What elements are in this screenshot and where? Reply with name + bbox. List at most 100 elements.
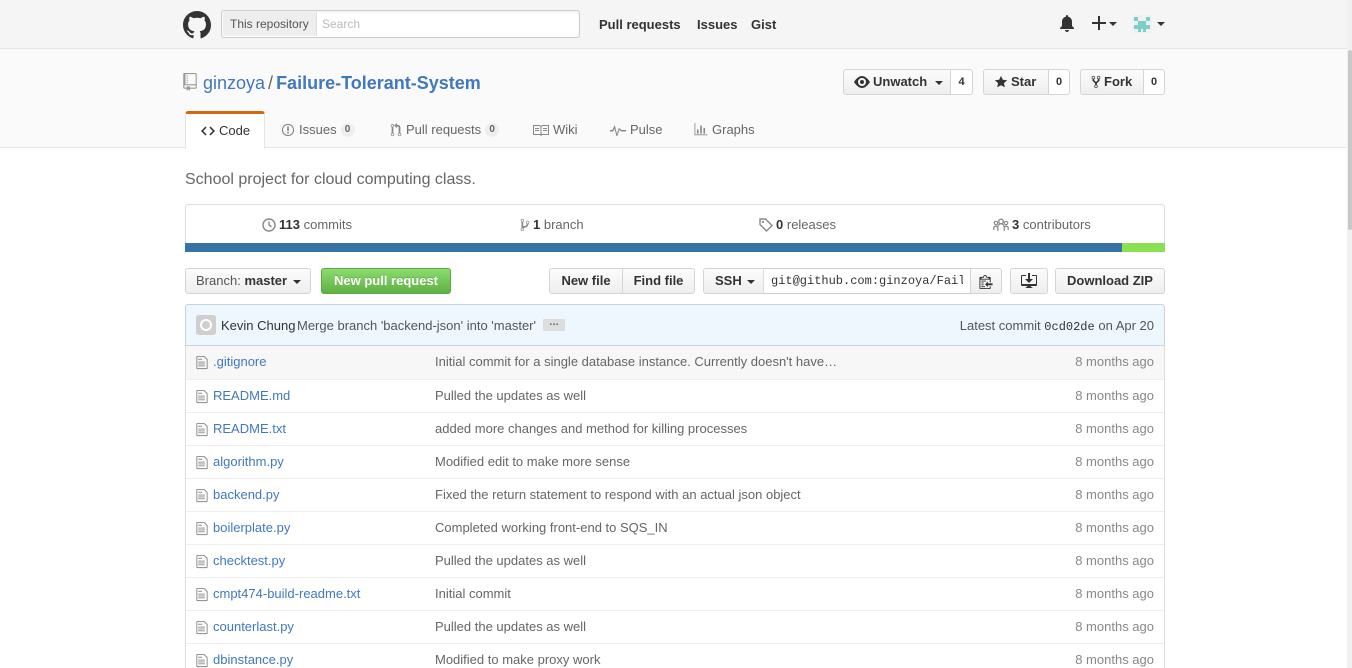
open-in-desktop-button[interactable] <box>1010 268 1048 294</box>
star-button[interactable]: Star <box>983 69 1049 95</box>
fork-button[interactable]: Fork <box>1080 69 1144 95</box>
scrollbar-thumb[interactable] <box>1348 50 1352 230</box>
pull-requests-counter: 0 <box>485 122 500 137</box>
file-name-link[interactable]: algorithm.py <box>213 454 284 469</box>
tab-pull-requests[interactable]: Pull requests 0 <box>390 111 500 149</box>
desktop-download-icon <box>1021 273 1037 289</box>
file-commit-message[interactable]: added more changes and method for killin… <box>435 421 747 436</box>
file-text-icon <box>196 455 208 470</box>
plus-icon[interactable] <box>1092 14 1118 34</box>
file-commit-message[interactable]: Initial commit <box>435 586 511 601</box>
new-pull-request-button[interactable]: New pull request <box>321 268 451 294</box>
nav-issues[interactable]: Issues <box>697 16 737 33</box>
unwatch-button[interactable]: Unwatch <box>843 69 951 95</box>
tab-wiki-label: Wiki <box>553 122 578 137</box>
releases-count: 0 <box>776 217 784 232</box>
file-commit-message[interactable]: Initial commit for a single database ins… <box>435 354 837 369</box>
file-name-link[interactable]: README.md <box>213 388 290 403</box>
file-text-icon <box>196 653 208 668</box>
tab-wiki[interactable]: Wiki <box>533 111 578 149</box>
branch-select-button[interactable]: Branch: master <box>185 268 311 294</box>
graph-icon <box>694 123 708 136</box>
file-commit-message[interactable]: Pulled the updates as well <box>435 553 586 568</box>
commit-author[interactable]: Kevin Chung <box>221 318 295 333</box>
branch-name: master <box>244 273 288 288</box>
file-name-link[interactable]: dbinstance.py <box>213 652 293 667</box>
tab-issues[interactable]: Issues 0 <box>281 111 355 149</box>
file-row: README.md Pulled the updates as well 8 mon… <box>186 379 1164 412</box>
file-name-link[interactable]: .gitignore <box>213 354 266 369</box>
tab-pull-requests-label: Pull requests <box>406 122 482 137</box>
file-text-icon <box>196 355 208 370</box>
tab-code[interactable]: Code <box>185 111 265 149</box>
file-name-link[interactable]: boilerplate.py <box>213 520 290 535</box>
file-name-link[interactable]: cmpt474-build-readme.txt <box>213 586 360 601</box>
commit-sha-link[interactable]: 0cd02de <box>1044 320 1094 334</box>
repo-owner-link[interactable]: ginzoya <box>203 73 265 93</box>
file-age: 8 months ago <box>1075 619 1154 634</box>
commit-message[interactable]: Merge branch 'backend-json' into 'master… <box>297 318 536 333</box>
download-zip-button[interactable]: Download ZIP <box>1055 268 1165 294</box>
author-avatar[interactable] <box>196 315 216 335</box>
expand-commit-button[interactable]: … <box>543 318 565 331</box>
avatar-icon[interactable] <box>1132 14 1166 34</box>
file-commit-message[interactable]: Completed working front-end to SQS_IN <box>435 520 668 535</box>
file-age: 8 months ago <box>1075 652 1154 667</box>
language-bar[interactable] <box>185 243 1165 252</box>
file-name-link[interactable]: backend.py <box>213 487 280 502</box>
copy-clone-url-button[interactable] <box>970 268 1002 294</box>
star-count[interactable]: 0 <box>1049 69 1070 95</box>
file-row: README.txt added more changes and method … <box>186 412 1164 445</box>
new-file-button[interactable]: New file <box>549 268 623 294</box>
releases-stat[interactable]: 0 releases <box>759 217 836 233</box>
star-label: Star <box>1011 74 1037 89</box>
fork-label: Fork <box>1104 74 1133 89</box>
file-commit-message[interactable]: Modified to make proxy work <box>435 652 600 667</box>
file-name-link[interactable]: README.txt <box>213 421 286 436</box>
clone-protocol-button[interactable]: SSH <box>703 268 764 294</box>
find-file-button[interactable]: Find file <box>622 268 695 294</box>
file-age: 8 months ago <box>1075 520 1154 535</box>
language-bar-segment[interactable] <box>1121 243 1165 252</box>
file-name-link[interactable]: checktest.py <box>213 553 285 568</box>
tab-pulse[interactable]: Pulse <box>610 111 663 149</box>
file-text-icon <box>196 422 208 437</box>
language-bar-segment[interactable] <box>185 243 1122 252</box>
commits-stat[interactable]: 113 commits <box>262 217 352 233</box>
search-box[interactable]: This repository <box>221 10 580 38</box>
commit-date: on Apr 20 <box>1098 318 1154 333</box>
file-commit-message[interactable]: Pulled the updates as well <box>435 388 586 403</box>
bell-icon[interactable] <box>1059 14 1077 34</box>
file-name-link[interactable]: counterlast.py <box>213 619 294 634</box>
repo-description: School project for cloud computing class… <box>185 171 476 188</box>
clone-protocol-label: SSH <box>715 273 742 288</box>
tab-issues-label: Issues <box>299 122 337 137</box>
code-icon <box>201 125 215 137</box>
pulse-icon <box>610 124 626 136</box>
repo-icon <box>183 73 197 91</box>
contributors-stat[interactable]: 3 contributors <box>993 217 1091 233</box>
file-commit-message[interactable]: Modified edit to make more sense <box>435 454 630 469</box>
file-row: .gitignore Initial commit for a single da… <box>186 346 1164 379</box>
file-row: checktest.py Pulled the updates as well 8 … <box>186 544 1164 577</box>
file-age: 8 months ago <box>1075 388 1154 403</box>
github-logo-icon[interactable] <box>183 11 211 39</box>
branches-stat[interactable]: 1 branch <box>520 217 584 233</box>
fork-icon <box>1091 75 1101 89</box>
file-age: 8 months ago <box>1075 553 1154 568</box>
nav-pull-requests[interactable]: Pull requests <box>599 16 681 33</box>
clone-url-input[interactable] <box>763 268 971 294</box>
nav-gist[interactable]: Gist <box>751 16 776 33</box>
watch-count[interactable]: 4 <box>951 69 973 95</box>
tab-graphs[interactable]: Graphs <box>694 111 755 149</box>
file-commit-message[interactable]: Fixed the return statement to respond wi… <box>435 487 801 502</box>
fork-count[interactable]: 0 <box>1144 69 1165 95</box>
file-list: .gitignore Initial commit for a single da… <box>185 346 1165 668</box>
tab-pulse-label: Pulse <box>630 122 663 137</box>
history-icon <box>262 217 276 232</box>
repo-name-link[interactable]: Failure-Tolerant-System <box>276 73 481 93</box>
search-input[interactable] <box>322 13 572 35</box>
file-commit-message[interactable]: Pulled the updates as well <box>435 619 586 634</box>
file-row: algorithm.py Modified edit to make more s… <box>186 445 1164 478</box>
branch-prefix: Branch: <box>196 273 241 288</box>
